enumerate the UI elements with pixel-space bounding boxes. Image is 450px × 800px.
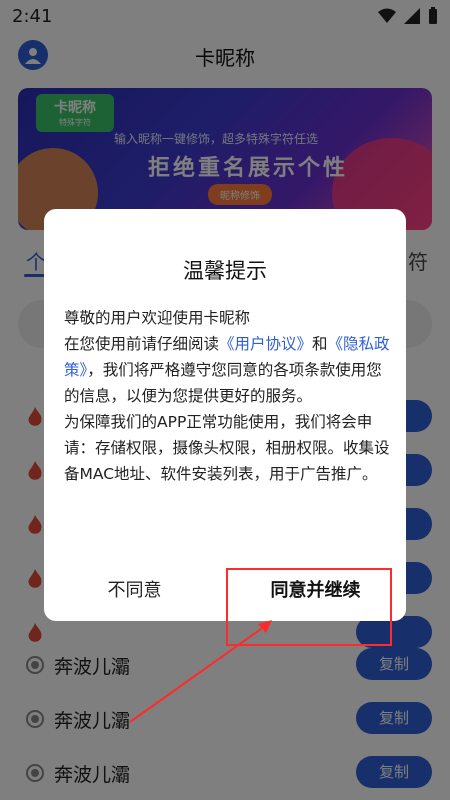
annotation-highlight-box (226, 568, 392, 646)
privacy-dialog: 温馨提示 尊敬的用户欢迎使用卡昵称 在您使用前请仔细阅读《用户协议》和《隐私政策… (44, 209, 406, 621)
dialog-body: 尊敬的用户欢迎使用卡昵称 在您使用前请仔细阅读《用户协议》和《隐私政策》，我们将… (64, 305, 390, 487)
dialog-greeting: 尊敬的用户欢迎使用卡昵称 (64, 309, 251, 327)
dialog-text: 在您使用前请仔细阅读 (64, 335, 220, 353)
disagree-button[interactable]: 不同意 (44, 571, 225, 611)
dialog-text: ，我们将严格遵守您同意的各项条款使用您的信息，以便为您提供更好的服务。 (64, 361, 382, 405)
dialog-text: 和 (312, 335, 328, 353)
user-agreement-link[interactable]: 《用户协议》 (219, 335, 312, 353)
dialog-title: 温馨提示 (183, 259, 267, 283)
dialog-permissions-text: 为保障我们的APP正常功能使用，我们将会申请：存储权限，摄像头权限，相册权限。收… (64, 413, 390, 483)
dialog-paragraph: 在您使用前请仔细阅读《用户协议》和《隐私政策》，我们将严格遵守您同意的各项条款使… (64, 331, 390, 409)
